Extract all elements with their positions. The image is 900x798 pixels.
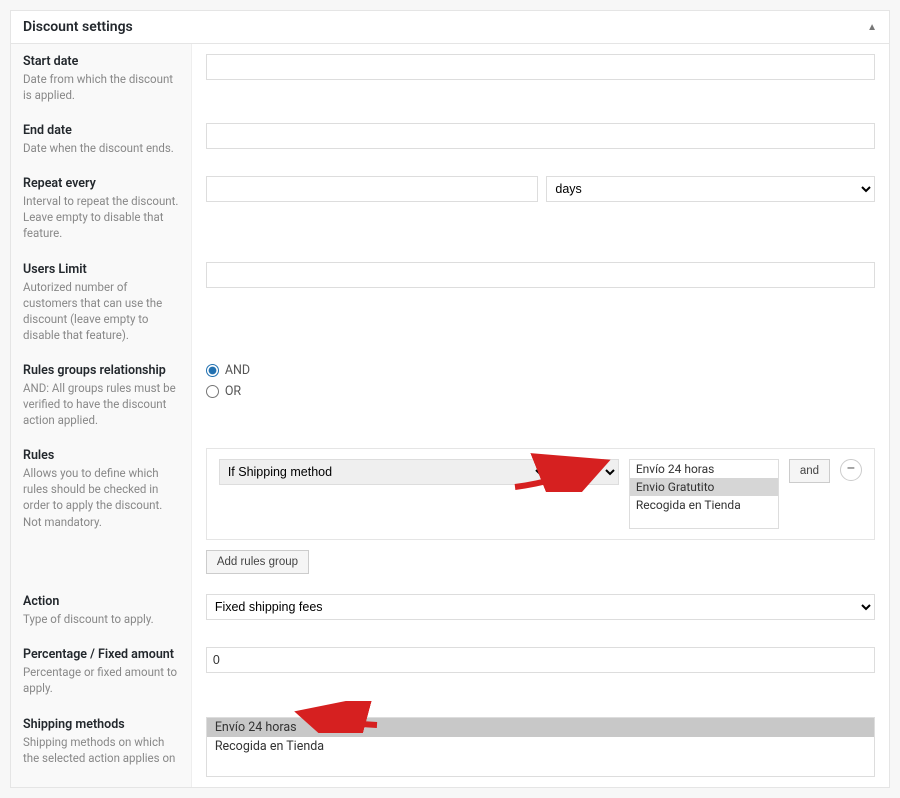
panel-header: Discount settings ▲ <box>11 11 889 44</box>
relationship-and-radio[interactable] <box>206 364 219 377</box>
rule-remove-button[interactable]: – <box>840 459 862 481</box>
rules-desc: Allows you to define which rules should … <box>23 465 179 529</box>
relationship-or-radio[interactable] <box>206 385 219 398</box>
start-date-input[interactable] <box>206 54 875 80</box>
shipping-option[interactable]: Recogida en Tienda <box>207 737 874 756</box>
relationship-or-row[interactable]: OR <box>206 384 875 399</box>
action-desc: Type of discount to apply. <box>23 611 179 627</box>
shipping-methods-multiselect[interactable]: Envío 24 horas Recogida en Tienda <box>206 717 875 777</box>
relationship-and-text: AND <box>225 363 250 378</box>
amount-desc: Percentage or fixed amount to apply. <box>23 664 179 696</box>
shipping-label: Shipping methods <box>23 717 179 732</box>
end-date-label: End date <box>23 123 179 138</box>
rule-group: If Shipping method IN Envío 24 horas Env… <box>206 448 875 540</box>
shipping-option-selected[interactable]: Envío 24 horas <box>207 718 874 737</box>
amount-label: Percentage / Fixed amount <box>23 647 179 662</box>
repeat-desc: Interval to repeat the discount. Leave e… <box>23 193 179 241</box>
rule-option-selected[interactable]: Envio Gratutito <box>630 478 778 496</box>
amount-input[interactable] <box>206 647 875 673</box>
relationship-label: Rules groups relationship <box>23 363 179 378</box>
rule-condition-select[interactable]: If Shipping method <box>219 459 549 485</box>
users-limit-input[interactable] <box>206 262 875 288</box>
rule-option[interactable]: Recogida en Tienda <box>630 496 778 514</box>
end-date-input[interactable] <box>206 123 875 149</box>
users-limit-label: Users Limit <box>23 262 179 277</box>
discount-settings-panel: Discount settings ▲ Start date Date from… <box>10 10 890 788</box>
repeat-unit-select[interactable]: days <box>546 176 875 202</box>
panel-title: Discount settings <box>23 19 133 35</box>
rule-value-multiselect[interactable]: Envío 24 horas Envio Gratutito Recogida … <box>629 459 779 529</box>
shipping-desc: Shipping methods on which the selected a… <box>23 734 179 766</box>
relationship-desc: AND: All groups rules must be verified t… <box>23 380 179 428</box>
start-date-desc: Date from which the discount is applied. <box>23 71 179 103</box>
settings-form: Start date Date from which the discount … <box>11 44 889 787</box>
users-limit-desc: Autorized number of customers that can u… <box>23 279 179 343</box>
rule-operator-select[interactable]: IN <box>559 459 619 485</box>
rule-and-button[interactable]: and <box>789 459 830 483</box>
rule-option[interactable]: Envío 24 horas <box>630 460 778 478</box>
relationship-or-text: OR <box>225 384 241 399</box>
action-label: Action <box>23 594 179 609</box>
repeat-interval-input[interactable] <box>206 176 539 202</box>
rules-label: Rules <box>23 448 179 463</box>
repeat-label: Repeat every <box>23 176 179 191</box>
action-select[interactable]: Fixed shipping fees <box>206 594 875 620</box>
relationship-and-row[interactable]: AND <box>206 363 875 378</box>
collapse-icon[interactable]: ▲ <box>867 22 877 33</box>
add-rules-group-button[interactable]: Add rules group <box>206 550 309 574</box>
end-date-desc: Date when the discount ends. <box>23 140 179 156</box>
start-date-label: Start date <box>23 54 179 69</box>
